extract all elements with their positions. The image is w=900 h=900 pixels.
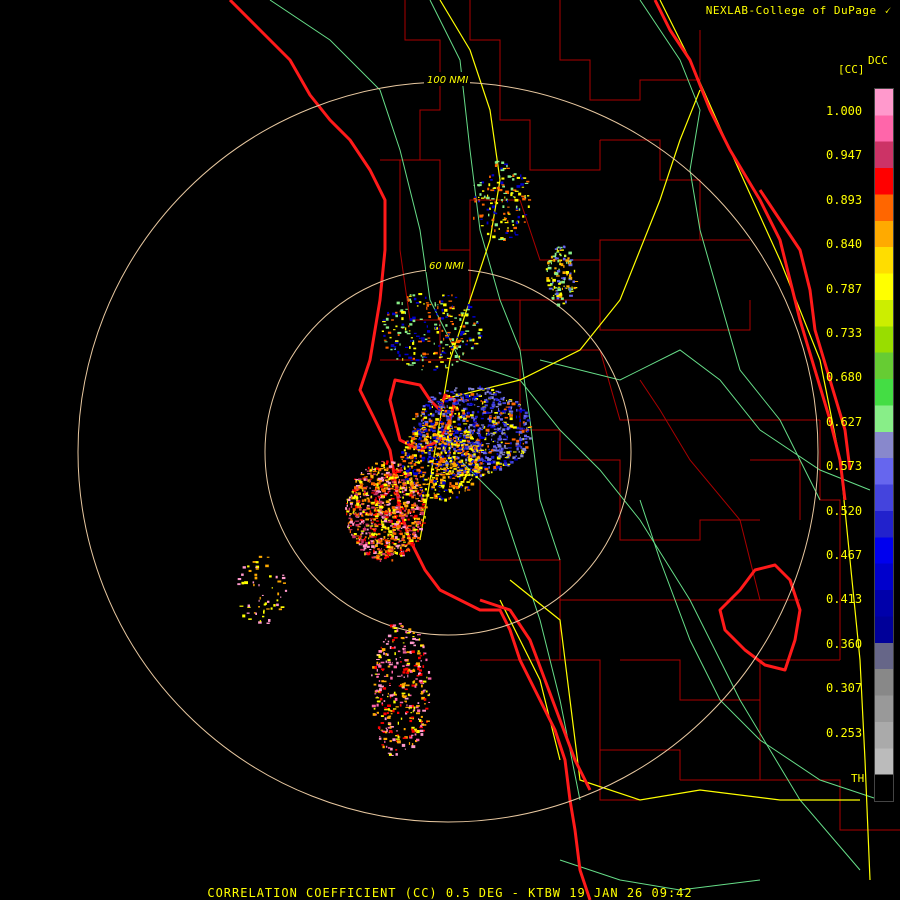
scale-tick-label: 0.627 (826, 414, 863, 429)
cod-logo-icon: 🗸 (883, 4, 892, 17)
radar-map: 100 NMI 60 NMI (77, 0, 900, 900)
product-caption: CORRELATION COEFFICIENT (CC) 0.5 DEG - K… (207, 886, 693, 900)
brand-header: NEXLAB-College of DuPage 🗸 (706, 4, 892, 18)
scale-tick-label: 0.573 (826, 459, 863, 474)
scale-tick-label: 0.413 (826, 592, 863, 607)
scale-tick-label: 0.307 (826, 681, 863, 696)
scale-tick-label: 0.680 (826, 370, 863, 385)
scale-tick-label: 0.787 (826, 281, 863, 296)
legend-product: DCC (868, 54, 888, 67)
scale-tick-label: 0.893 (826, 192, 863, 207)
scale-tick-label: 0.947 (826, 148, 863, 163)
threshold-label: TH (851, 772, 865, 785)
color-scale-bar (874, 88, 894, 802)
scale-tick-label: 0.467 (826, 548, 863, 562)
coastlines (228, 0, 852, 900)
scale-tick-label: 0.733 (826, 326, 863, 340)
major-highways (419, 0, 871, 881)
range-ring-100-label: 100 NMI (427, 75, 468, 86)
scale-tick-label: 0.253 (826, 725, 863, 740)
range-ring-60-label: 60 NMI (429, 261, 464, 272)
radar-echoes (237, 160, 579, 756)
scale-tick-label: 1.000 (826, 104, 863, 118)
scale-tick-label: 0.520 (826, 503, 863, 518)
scale-tick-label: 0.840 (826, 237, 863, 252)
legend-units: [CC] (838, 63, 865, 76)
scale-tick-label: 0.360 (826, 636, 863, 651)
brand-text: NEXLAB-College of DuPage (705, 4, 877, 17)
